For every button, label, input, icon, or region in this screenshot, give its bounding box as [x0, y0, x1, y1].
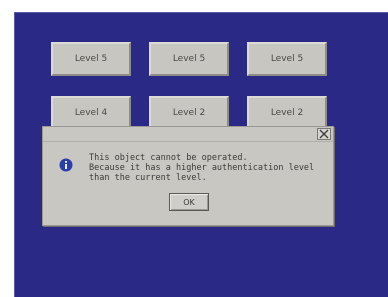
message-line-3: than the current level.: [89, 173, 207, 183]
dialog-message: This object cannot be operated. Because …: [89, 153, 329, 183]
level-button-2[interactable]: Level 5: [149, 42, 229, 76]
ok-button[interactable]: OK: [169, 193, 209, 211]
message-dialog: This object cannot be operated. Because …: [42, 126, 334, 226]
message-line-1: This object cannot be operated.: [89, 153, 248, 163]
info-icon: [59, 158, 73, 172]
level-button-6[interactable]: Level 2: [247, 96, 327, 130]
level-button-5[interactable]: Level 2: [149, 96, 229, 130]
message-line-2: Because it has a higher authentication l…: [89, 163, 315, 173]
dialog-titlebar: [43, 127, 333, 142]
level-button-3[interactable]: Level 5: [247, 42, 327, 76]
close-icon: [319, 129, 329, 139]
level-button-4[interactable]: Level 4: [51, 96, 131, 130]
level-button-1[interactable]: Level 5: [51, 42, 131, 76]
close-button[interactable]: [317, 128, 331, 140]
